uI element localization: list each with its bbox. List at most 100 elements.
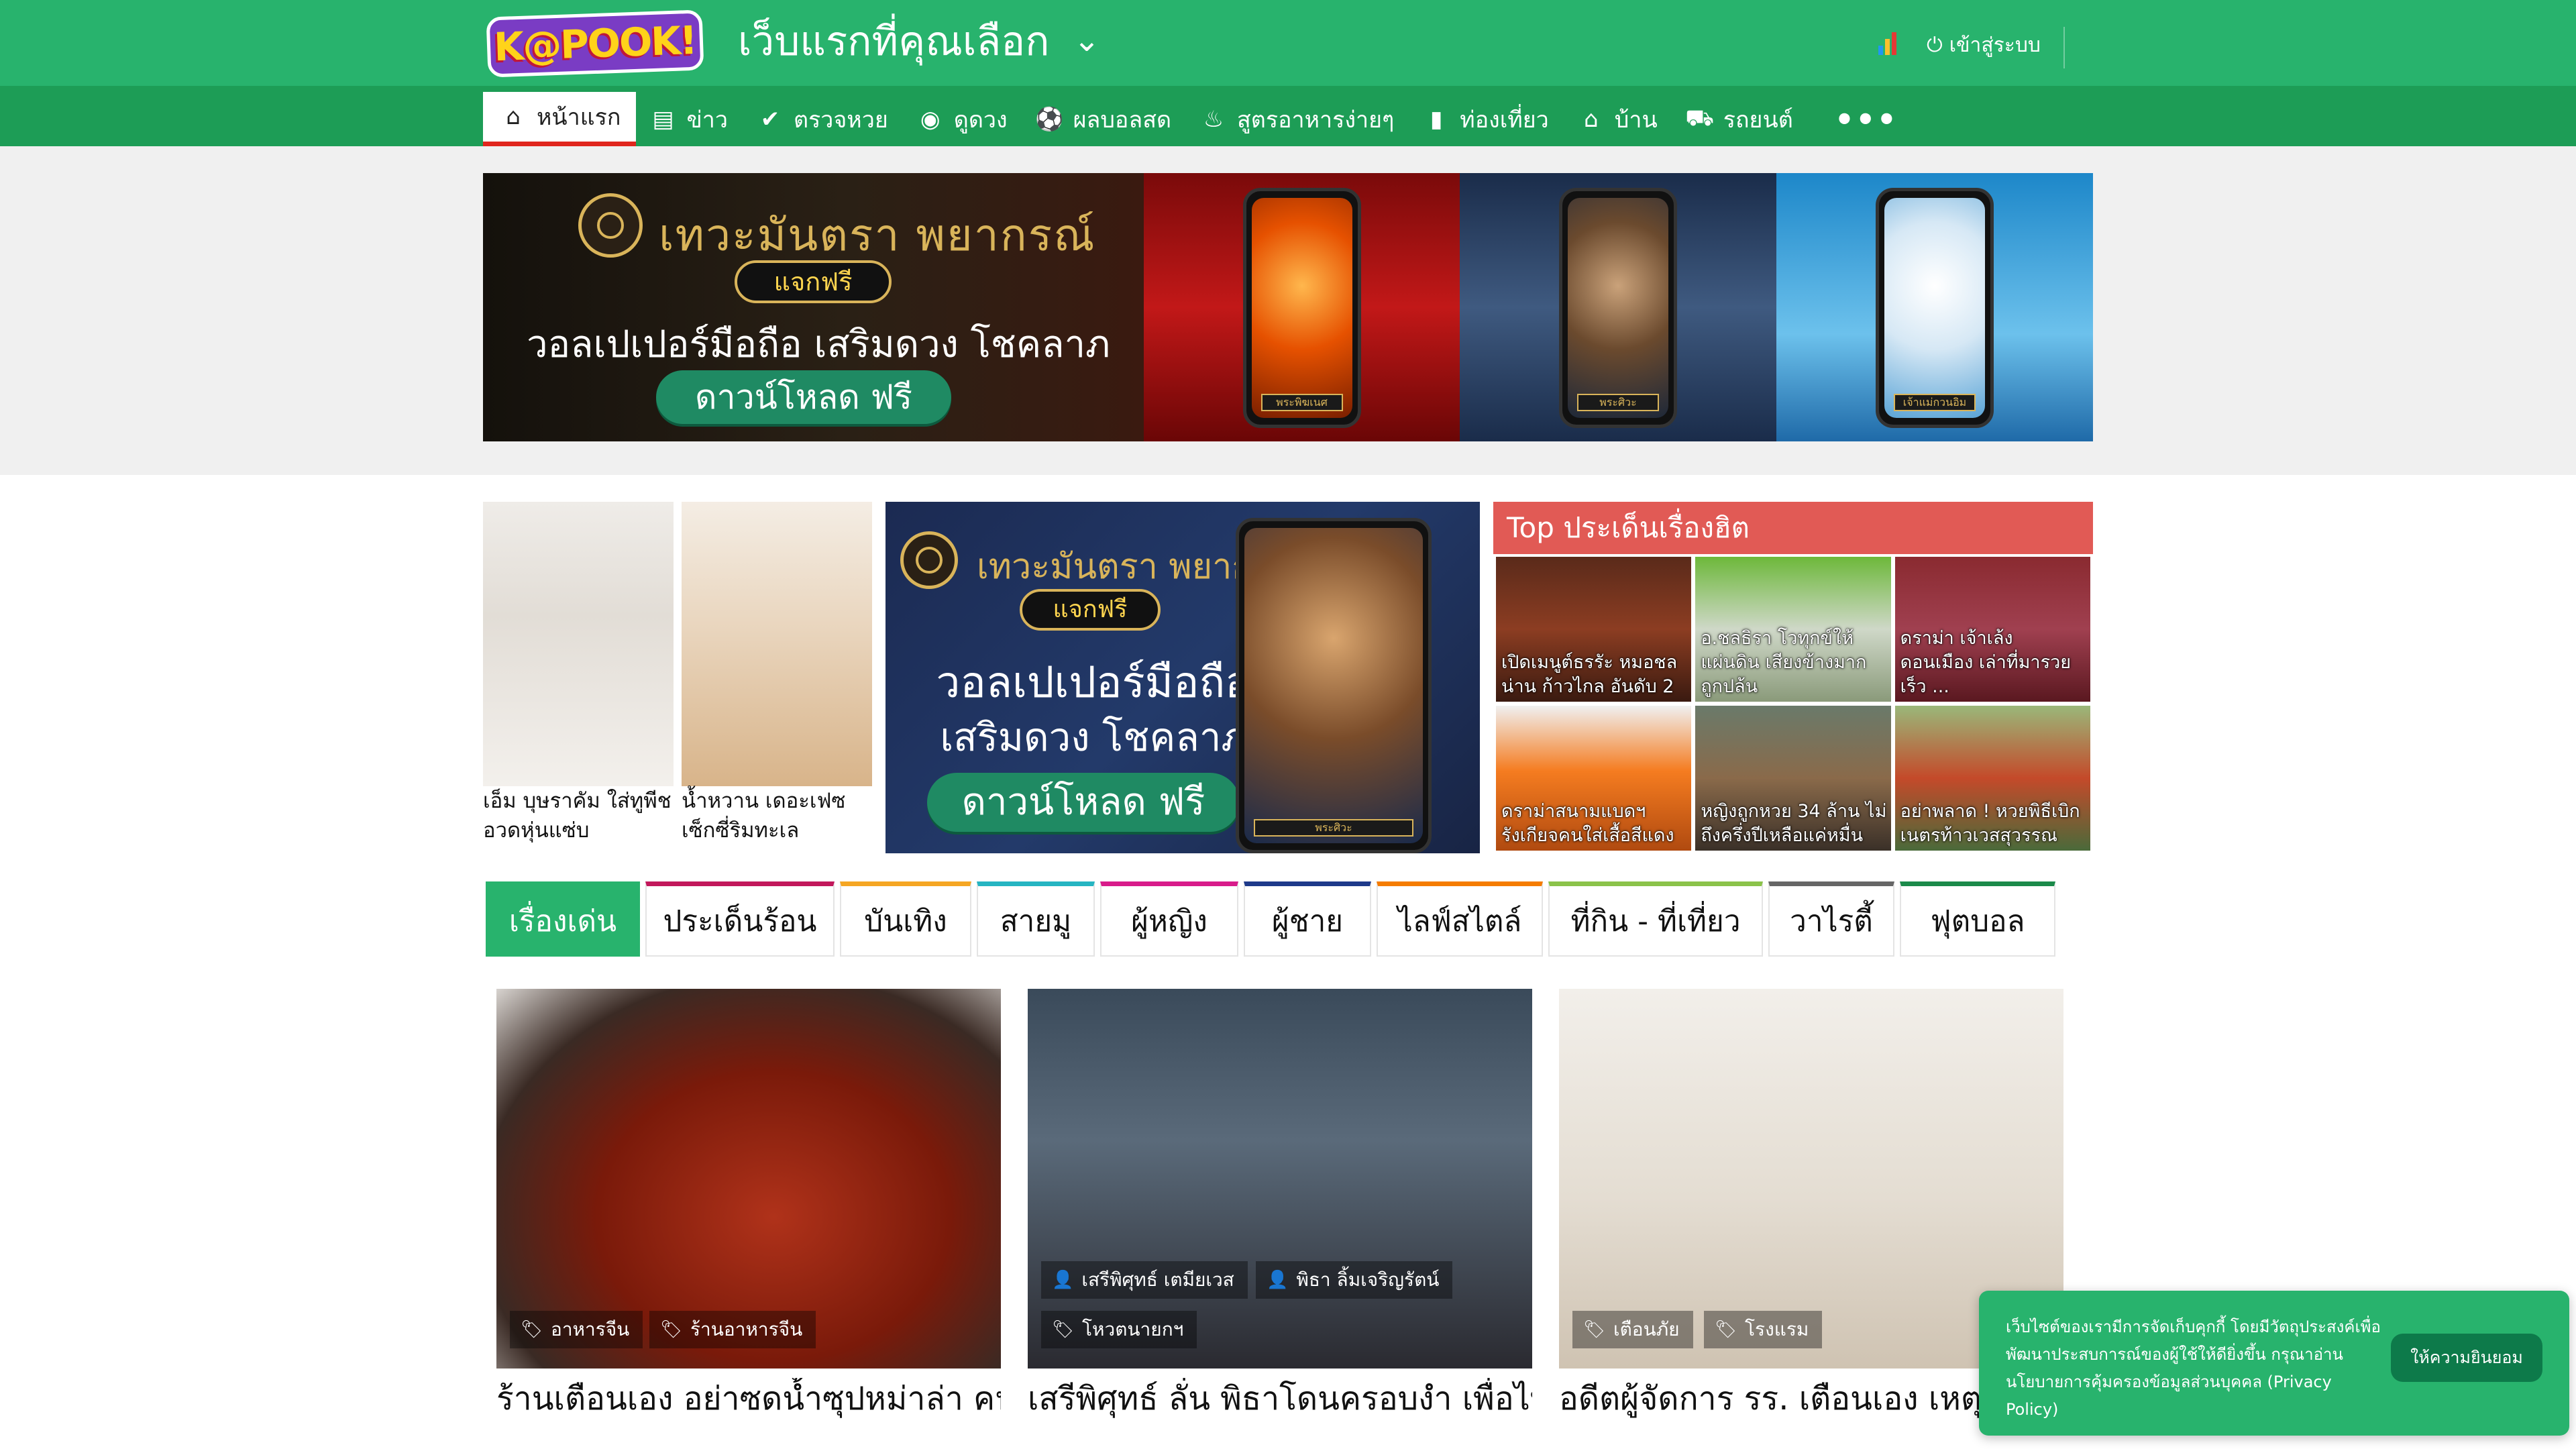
person-icon: 👤 [1052, 1270, 1074, 1290]
top-issue-item[interactable]: ดราม่าสนามแบดฯ รังเกียจคนใส่เสื้อสีแดง [1496, 706, 1692, 851]
phone-label: พระศิวะ [1254, 819, 1413, 837]
article-title[interactable]: ร้านเตือนเอง อย่าซดน้ำซุปหม่าล่า คนจีนไม… [496, 1378, 1001, 1419]
tag-label: เตือนภัย [1613, 1318, 1680, 1340]
top-issues-grid: เปิดเมนูต์ธรรัะ หมอชลน่าน ก้าวไกล อันดับ… [1493, 554, 2093, 853]
nav-item-car[interactable]: ⛟ รถยนต์ [1672, 93, 1808, 146]
newspaper-icon: ▤ [652, 106, 674, 133]
featured-caption[interactable]: เอ็ม บุษราคัม ใส่ทูพีช อวดหุ่นแซ่บ [483, 786, 678, 845]
site-tagline: เว็บแรกที่คุณเลือก [738, 18, 1050, 65]
nav-label: รถยนต์ [1723, 107, 1793, 133]
top-issue-caption: เปิดเมนูต์ธรรัะ หมอชลน่าน ก้าวไกล อันดับ… [1501, 652, 1678, 697]
person-icon: 👤 [1267, 1270, 1289, 1290]
nav-item-home-decor[interactable]: ⌂ บ้าน [1564, 93, 1672, 146]
bar-chart-icon[interactable] [1878, 31, 1900, 55]
nav-label: ข่าว [686, 107, 728, 133]
ad-headline: วอลเปเปอร์มือถือ เสริมดวง โชคลาภ [527, 323, 1110, 366]
ad-phone-panel: พระศิวะ [1460, 173, 1776, 441]
logo-text: K@POOK! [493, 17, 697, 70]
article-image: 🏷 อาหารจีน 🏷 ร้านอาหารจีน [496, 989, 1001, 1368]
soccer-ball-icon: ⚽ [1035, 106, 1064, 133]
tag-icon: 🏷 [1715, 1320, 1737, 1340]
nav-item-home[interactable]: ⌂ หน้าแรก [483, 92, 636, 147]
nav-label: ดูดวง [953, 107, 1008, 133]
featured-thumb[interactable] [483, 502, 674, 786]
tab-lifestyle[interactable]: ไลฟ์สไตล์ [1377, 881, 1543, 957]
tag-chip[interactable]: 🏷 เตือนภัย [1572, 1311, 1693, 1348]
article-card[interactable]: 🏷 อาหารจีน 🏷 ร้านอาหารจีน ร้านเตือนเอง อย่… [496, 989, 1001, 1419]
tag-icon: 🏷 [1583, 1320, 1606, 1340]
eye-emblem-icon [900, 531, 958, 589]
more-menu-button[interactable]: ••• [1835, 101, 1898, 138]
tab-football[interactable]: ฟุตบอล [1900, 881, 2055, 957]
chevron-down-icon[interactable]: ⌄ [1071, 24, 1103, 56]
person-label: พิธา ลิ้มเจริญรัตน์ [1296, 1269, 1440, 1291]
tag-chip[interactable]: 🏷 อาหารจีน [510, 1311, 643, 1348]
nav-label: ตรวจหวย [793, 107, 888, 133]
phone-label: พระศิวะ [1577, 394, 1659, 411]
tab-eat-travel[interactable]: ที่กิน - ที่เที่ยว [1548, 881, 1763, 957]
tab-hot-issues[interactable]: ประเด็นร้อน [645, 881, 835, 957]
consent-accept-button[interactable]: ให้ความยินยอม [2391, 1334, 2542, 1382]
top-banner-ad[interactable]: เทวะมันตรา พยากรณ์ แจกฟรี วอลเปเปอร์มือถ… [483, 173, 2093, 441]
main-nav: ⌂ หน้าแรก ▤ ข่าว ✔ ตรวจหวย ◉ ดูดวง ⚽ ผลบอลสด … [483, 92, 1898, 147]
top-issue-item[interactable]: อย่าพลาด ! หวยพิธีเบิกเนตรท้าวเวสสุวรรณ [1894, 706, 2090, 851]
nav-item-lottery[interactable]: ✔ ตรวจหวย [743, 93, 903, 146]
featured-image [483, 502, 674, 786]
category-tabs: เรื่องเด่น ประเด็นร้อน บันเทิง สายมู ผู้… [486, 881, 2055, 957]
tab-variety[interactable]: วาไรตี้ [1768, 881, 1894, 957]
featured-caption[interactable]: น้ำหวาน เดอะเฟซ เซ็กซี่ริมทะเล [682, 786, 876, 845]
ad-text-panel: เทวะมันตรา พยากรณ์ แจกฟรี วอลเปเปอร์มือถ… [483, 173, 1144, 441]
phone-image: พระศิวะ [1236, 518, 1432, 853]
cookie-consent-banner: เว็บไซต์ของเรามีการจัดเก็บคุกกี้ โดยมีวั… [1979, 1291, 2569, 1436]
top-issue-caption: อย่าพลาด ! หวยพิธีเบิกเนตรท้าวเวสสุวรรณ [1900, 801, 2080, 846]
top-issue-item[interactable]: เปิดเมนูต์ธรรัะ หมอชลน่าน ก้าวไกล อันดับ… [1496, 557, 1692, 702]
article-title[interactable]: เสรีพิศุทธ์ ลั่น พิธาโดนครอบงำ เพื่อไทยไ… [1028, 1378, 1532, 1419]
nav-item-football-score[interactable]: ⚽ ผลบอลสด [1022, 93, 1186, 146]
article-card[interactable]: 👤 เสรีพิศุทธ์ เตมียเวส 👤 พิธา ลิ้มเจริญรัต… [1028, 989, 1532, 1419]
phone-image: พระพิฆเนศ [1242, 188, 1361, 428]
house-icon: ⌂ [1583, 106, 1599, 133]
tag-chip[interactable]: 🏷 ร้านอาหารจีน [649, 1311, 816, 1348]
top-issue-caption: อ.ชลธิรา โวทุกข์ให้แผ่นดิน เสียงข้างมากถ… [1701, 628, 1867, 697]
person-chip[interactable]: 👤 เสรีพิศุทธ์ เตมียเวส [1041, 1261, 1248, 1299]
nav-label: บ้าน [1614, 107, 1658, 133]
tag-chip[interactable]: 🏷 โหวตนายกฯ [1041, 1311, 1197, 1348]
tag-chip[interactable]: 🏷 โรงแรม [1704, 1311, 1823, 1348]
person-chip[interactable]: 👤 พิธา ลิ้มเจริญรัตน์ [1256, 1261, 1453, 1299]
middle-banner-ad[interactable]: เทวะมันตรา พยากรณ์ แจกฟรี วอลเปเปอร์มือถ… [885, 502, 1480, 853]
tab-women[interactable]: ผู้หญิง [1100, 881, 1238, 957]
nav-item-recipes[interactable]: ♨ สูตรอาหารง่ายๆ [1186, 93, 1409, 146]
nav-item-horoscope[interactable]: ◉ ดูดวง [903, 93, 1022, 146]
tab-featured[interactable]: เรื่องเด่น [486, 881, 640, 957]
tag-label: โรงแรม [1745, 1318, 1809, 1340]
phone-label: พระพิฆเนศ [1260, 394, 1343, 411]
tag-label: ร้านอาหารจีน [690, 1318, 803, 1340]
top-issue-item[interactable]: หญิงถูกหวย 34 ล้าน ไม่ถึงครึ่งปีเหลือแค่… [1695, 706, 1891, 851]
nav-label: หน้าแรก [537, 104, 621, 131]
tag-icon: 🏷 [660, 1320, 683, 1340]
top-issue-caption: หญิงถูกหวย 34 ล้าน ไม่ถึงครึ่งปีเหลือแค่… [1701, 801, 1887, 846]
header-divider [2063, 27, 2065, 68]
phone-image: พระศิวะ [1559, 188, 1677, 428]
ad-download-button[interactable]: ดาวน์โหลด ฟรี [927, 773, 1240, 832]
article-image: 👤 เสรีพิศุทธ์ เตมียเวส 👤 พิธา ลิ้มเจริญรัต… [1028, 989, 1532, 1368]
featured-thumb[interactable] [682, 502, 872, 786]
login-button[interactable]: ⏻ เข้าสู่ระบบ [1927, 31, 2041, 60]
tab-men[interactable]: ผู้ชาย [1244, 881, 1371, 957]
top-issue-caption: ดราม่า เจ้าเล้ง ดอนเมือง เล่าที่มารวยเร็… [1900, 628, 2072, 697]
tag-icon: 🏷 [521, 1320, 543, 1340]
tab-entertainment[interactable]: บันเทิง [840, 881, 971, 957]
nav-item-travel[interactable]: ▮ ท่องเที่ยว [1409, 93, 1563, 146]
kapook-logo[interactable]: K@POOK! [486, 9, 704, 78]
ad-subheadline: เสริมดวง โชคลาภ [940, 714, 1247, 760]
nav-label: ผลบอลสด [1073, 107, 1172, 133]
ad-download-button[interactable]: ดาวน์โหลด ฟรี [656, 370, 951, 424]
tab-mu[interactable]: สายมู [977, 881, 1095, 957]
nav-item-news[interactable]: ▤ ข่าว [636, 93, 743, 146]
top-issue-item[interactable]: ดราม่า เจ้าเล้ง ดอนเมือง เล่าที่มารวยเร็… [1894, 557, 2090, 702]
phone-image: เจ้าแม่กวนอิม [1876, 188, 1994, 428]
power-icon: ⏻ [1927, 34, 1943, 57]
ad-brand: เทวะมันตรา พยากรณ์ [659, 209, 1096, 261]
top-issue-item[interactable]: อ.ชลธิรา โวทุกข์ให้แผ่นดิน เสียงข้างมากถ… [1695, 557, 1891, 702]
tag-label: อาหารจีน [551, 1318, 630, 1340]
